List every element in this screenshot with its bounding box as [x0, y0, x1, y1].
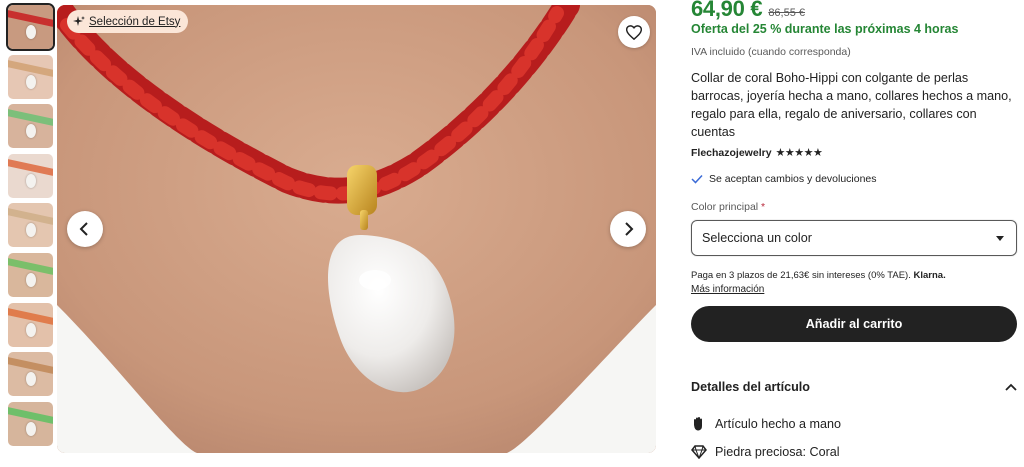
rating-stars[interactable]: ★★★★★ [776, 146, 823, 159]
color-label-text: Color principal [691, 201, 759, 213]
item-details-heading: Detalles del artículo [691, 380, 810, 394]
etsy-selection-badge: Selección de Etsy [67, 10, 189, 33]
price-row: 64,90 € 86,55 € [691, 0, 805, 22]
favorite-button[interactable] [618, 16, 650, 48]
main-product-image[interactable]: Selección de Etsy [57, 5, 656, 453]
thumbnail-6[interactable] [8, 252, 53, 297]
thumbnail-3[interactable] [8, 104, 53, 149]
sale-price: 64,90 € [691, 0, 763, 21]
klarna-text: Paga en 3 plazos de 21,63€ sin intereses… [691, 270, 911, 281]
klarna-info: Paga en 3 plazos de 21,63€ sin intereses… [691, 270, 946, 281]
thumbnail-4[interactable] [8, 153, 53, 198]
hand-icon [694, 417, 702, 431]
add-to-cart-button[interactable]: Añadir al carrito [691, 306, 1017, 342]
badge-label: Selección de Etsy [89, 15, 181, 28]
next-image-button[interactable] [610, 211, 646, 247]
check-icon [691, 174, 703, 184]
color-select-value: Selecciona un color [702, 231, 812, 245]
vat-note: IVA incluido (cuando corresponda) [691, 46, 851, 58]
shop-name-link[interactable]: Flechazojewelry [691, 147, 772, 159]
returns-info: Se aceptan cambios y devoluciones [691, 173, 877, 185]
heart-icon [626, 24, 642, 40]
original-price: 86,55 € [768, 7, 806, 19]
sparkle-icon [73, 15, 85, 26]
thumbnail-5[interactable] [8, 203, 53, 248]
required-mark: * [761, 201, 766, 213]
color-label: Color principal * [691, 201, 765, 213]
shop-info: Flechazojewelry ★★★★★ [691, 146, 823, 160]
returns-text: Se aceptan cambios y devoluciones [709, 173, 877, 185]
chevron-right-icon [625, 222, 634, 236]
product-title: Collar de coral Boho-Hippi con colgante … [691, 71, 1012, 139]
item-details-toggle[interactable]: Detalles del artículo [691, 380, 1017, 394]
previous-image-button[interactable] [67, 211, 103, 247]
thumbnail-list [6, 3, 55, 451]
gem-icon [691, 445, 707, 459]
color-select[interactable]: Selecciona un color [691, 220, 1017, 256]
thumbnail-9[interactable] [8, 401, 53, 446]
thumbnail-8[interactable] [8, 352, 53, 397]
detail-item-gemstone: Piedra preciosa: Coral [691, 445, 840, 459]
klarna-logo: Klarna. [913, 270, 946, 281]
detail-gemstone-text: Piedra preciosa: Coral [715, 445, 840, 459]
chevron-left-icon [79, 222, 88, 236]
thumbnail-2[interactable] [8, 54, 53, 99]
thumbnail-1[interactable] [6, 3, 55, 51]
thumbnail-7[interactable] [8, 302, 53, 347]
detail-handmade-text: Artículo hecho a mano [715, 417, 842, 431]
necklace-photo [57, 5, 656, 453]
caret-down-icon [996, 235, 1004, 241]
chevron-up-icon [1005, 383, 1017, 391]
more-info-link[interactable]: Más información [691, 284, 764, 295]
detail-item-handmade: Artículo hecho a mano [691, 416, 841, 432]
offer-text: Oferta del 25 % durante las próximas 4 h… [691, 22, 959, 36]
